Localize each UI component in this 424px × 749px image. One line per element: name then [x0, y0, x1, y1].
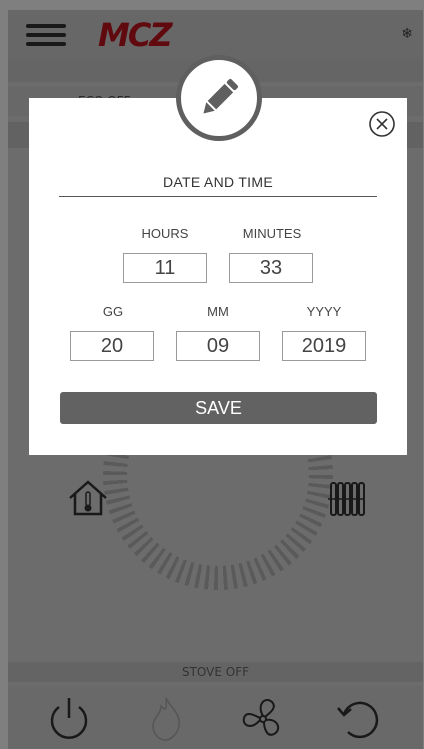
date-time-dialog: DATE AND TIME HOURS MINUTES GG MM YYYY S… [29, 98, 407, 455]
hours-field[interactable] [123, 253, 207, 283]
month-field[interactable] [176, 331, 260, 361]
pencil-icon [203, 79, 238, 114]
month-label: MM [207, 304, 229, 319]
day-field[interactable] [70, 331, 154, 361]
save-button[interactable]: SAVE [60, 392, 377, 424]
hours-label: HOURS [141, 226, 189, 241]
dialog-title: DATE AND TIME [163, 174, 273, 190]
title-divider [59, 196, 377, 197]
minutes-label: MINUTES [242, 226, 302, 241]
edit-badge [176, 55, 262, 141]
year-field[interactable] [282, 331, 366, 361]
day-label: GG [102, 304, 124, 319]
minutes-field[interactable] [229, 253, 313, 283]
year-label: YYYY [306, 304, 342, 319]
close-icon[interactable] [368, 110, 396, 138]
